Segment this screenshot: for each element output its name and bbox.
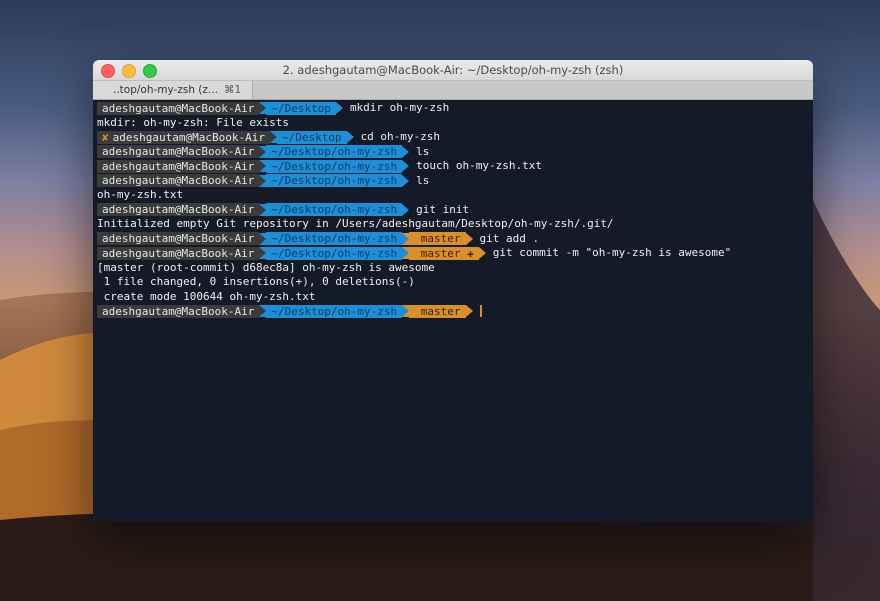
prompt-user: adeshgautam@MacBook-Air xyxy=(102,174,255,188)
powerline-arrow-icon xyxy=(402,305,410,318)
prompt-dir: ~/Desktop/oh-my-zsh xyxy=(266,203,403,217)
prompt-user: adeshgautam@MacBook-Air xyxy=(102,203,255,217)
prompt-user: adeshgautam@MacBook-Air xyxy=(102,145,255,159)
prompt-user: adeshgautam@MacBook-Air xyxy=(112,130,265,144)
prompt-line: adeshgautam@MacBook-Air ~/Desktop/oh-my-z… xyxy=(97,159,809,174)
prompt-line: adeshgautam@MacBook-Air ~/Desktop mkdir oh… xyxy=(97,101,809,116)
command-text: ls xyxy=(416,173,430,187)
prompt-git-segment: master ✚ xyxy=(409,246,479,260)
output-text: oh-my-zsh.txt xyxy=(97,188,184,201)
output-text: 1 file changed, 0 insertions(+), 0 delet… xyxy=(97,275,415,288)
output-line: [master (root-commit) d68ec8a] oh-my-zsh… xyxy=(97,261,809,276)
prompt-dir: ~/Desktop/oh-my-zsh xyxy=(266,174,403,188)
terminal-window: 2. adeshgautam@MacBook-Air: ~/Desktop/oh… xyxy=(93,60,813,522)
prompt-dir: ~/Desktop/oh-my-zsh xyxy=(266,145,403,159)
tab-shortcut: ⌘1 xyxy=(223,84,242,96)
tab-label: ..top/oh-my-zsh (z... xyxy=(113,84,218,96)
command-text: git commit -m "oh-my-zsh is awesome" xyxy=(492,246,732,259)
prompt-branch: master xyxy=(420,304,461,318)
prompt-dir: ~/Desktop/oh-my-zsh xyxy=(266,304,403,318)
prompt-git-segment: master xyxy=(409,304,466,318)
prompt-dir: ~/Desktop xyxy=(266,101,336,115)
prompt-dir: ~/Desktop/oh-my-zsh xyxy=(266,159,403,173)
prompt-line: ✘ adeshgautam@MacBook-Air ~/Desktop cd oh-m… xyxy=(97,130,809,145)
error-icon: ✘ xyxy=(102,130,109,144)
window-title: 2. adeshgautam@MacBook-Air: ~/Desktop/oh… xyxy=(282,63,624,77)
powerline-arrow-icon xyxy=(402,145,410,158)
prompt-line: adeshgautam@MacBook-Air ~/Desktop/oh-my-z… xyxy=(97,246,809,261)
prompt-user: adeshgautam@MacBook-Air xyxy=(102,246,255,260)
powerline-arrow-icon xyxy=(269,131,277,144)
prompt-dir: ~/Desktop/oh-my-zsh xyxy=(266,246,403,260)
command-text: cd oh-my-zsh xyxy=(360,130,441,143)
output-text: create mode 100644 oh-my-zsh.txt xyxy=(97,289,316,303)
prompt-user-segment: adeshgautam@MacBook-Air xyxy=(97,159,260,173)
output-text: Initialized empty Git repository in /Use… xyxy=(97,217,614,230)
prompt-line: adeshgautam@MacBook-Air ~/Desktop/oh-my-z… xyxy=(97,232,809,247)
prompt-user: adeshgautam@MacBook-Air xyxy=(102,159,255,173)
cursor xyxy=(479,305,482,318)
powerline-arrow-icon xyxy=(402,160,410,173)
prompt-user-segment: adeshgautam@MacBook-Air xyxy=(97,203,260,217)
powerline-arrow-icon xyxy=(259,174,267,187)
prompt-branch: master xyxy=(420,232,461,246)
powerline-arrow-icon xyxy=(346,131,354,144)
terminal-output[interactable]: adeshgautam@MacBook-Air ~/Desktop mkdir oh… xyxy=(93,100,813,522)
prompt-user-segment: adeshgautam@MacBook-Air xyxy=(97,174,260,188)
command-text: touch oh-my-zsh.txt xyxy=(416,159,543,172)
command-text: ls xyxy=(416,144,430,158)
window-titlebar[interactable]: 2. adeshgautam@MacBook-Air: ~/Desktop/oh… xyxy=(93,60,813,81)
output-line: mkdir: oh-my-zsh: File exists xyxy=(97,116,809,131)
prompt-line: adeshgautam@MacBook-Air ~/Desktop/oh-my-z… xyxy=(97,145,809,160)
powerline-arrow-icon xyxy=(259,102,267,115)
prompt-dir: ~/Desktop xyxy=(276,130,347,144)
prompt-user: adeshgautam@MacBook-Air xyxy=(102,101,255,115)
powerline-arrow-icon xyxy=(259,247,267,260)
prompt-dir: ~/Desktop/oh-my-zsh xyxy=(266,232,403,246)
prompt-git-segment: master xyxy=(409,232,466,246)
powerline-arrow-icon xyxy=(465,305,473,318)
tab-bar: ..top/oh-my-zsh (z... ⌘1 xyxy=(93,81,813,100)
powerline-arrow-icon xyxy=(335,102,343,115)
output-text: [master (root-commit) d68ec8a] oh-my-zsh… xyxy=(97,260,435,274)
command-text: git init xyxy=(416,202,470,216)
prompt-user: adeshgautam@MacBook-Air xyxy=(102,304,255,318)
output-line: Initialized empty Git repository in /Use… xyxy=(97,217,809,232)
prompt-line: adeshgautam@MacBook-Air ~/Desktop/oh-my-z… xyxy=(97,304,809,319)
dirty-icon: ✚ xyxy=(467,246,474,260)
output-text: mkdir: oh-my-zsh: File exists xyxy=(97,115,290,129)
powerline-arrow-icon xyxy=(259,160,267,173)
powerline-arrow-icon xyxy=(465,232,473,245)
prompt-user-segment: adeshgautam@MacBook-Air xyxy=(97,304,260,318)
command-text: git add . xyxy=(479,231,540,245)
prompt-line: adeshgautam@MacBook-Air ~/Desktop/oh-my-z… xyxy=(97,174,809,189)
prompt-user-segment: adeshgautam@MacBook-Air xyxy=(97,101,260,115)
prompt-user-segment: adeshgautam@MacBook-Air xyxy=(97,232,260,246)
prompt-user-segment: ✘ adeshgautam@MacBook-Air xyxy=(97,130,270,144)
prompt-user-segment: adeshgautam@MacBook-Air xyxy=(97,145,260,159)
powerline-arrow-icon xyxy=(402,232,410,245)
tab-session-1[interactable]: ..top/oh-my-zsh (z... ⌘1 xyxy=(93,81,253,99)
prompt-line: adeshgautam@MacBook-Air ~/Desktop/oh-my-z… xyxy=(97,203,809,218)
prompt-user-segment: adeshgautam@MacBook-Air xyxy=(97,246,260,260)
output-line: oh-my-zsh.txt xyxy=(97,188,809,203)
powerline-arrow-icon xyxy=(478,247,486,260)
output-line: create mode 100644 oh-my-zsh.txt xyxy=(97,290,809,305)
command-text: mkdir oh-my-zsh xyxy=(349,101,450,114)
powerline-arrow-icon xyxy=(259,203,267,216)
prompt-branch: master xyxy=(420,246,461,260)
output-line: 1 file changed, 0 insertions(+), 0 delet… xyxy=(97,275,809,290)
powerline-arrow-icon xyxy=(402,174,410,187)
powerline-arrow-icon xyxy=(259,145,267,158)
powerline-arrow-icon xyxy=(259,305,267,318)
prompt-user: adeshgautam@MacBook-Air xyxy=(102,232,255,246)
powerline-arrow-icon xyxy=(402,203,410,216)
powerline-arrow-icon xyxy=(402,247,410,260)
powerline-arrow-icon xyxy=(259,232,267,245)
